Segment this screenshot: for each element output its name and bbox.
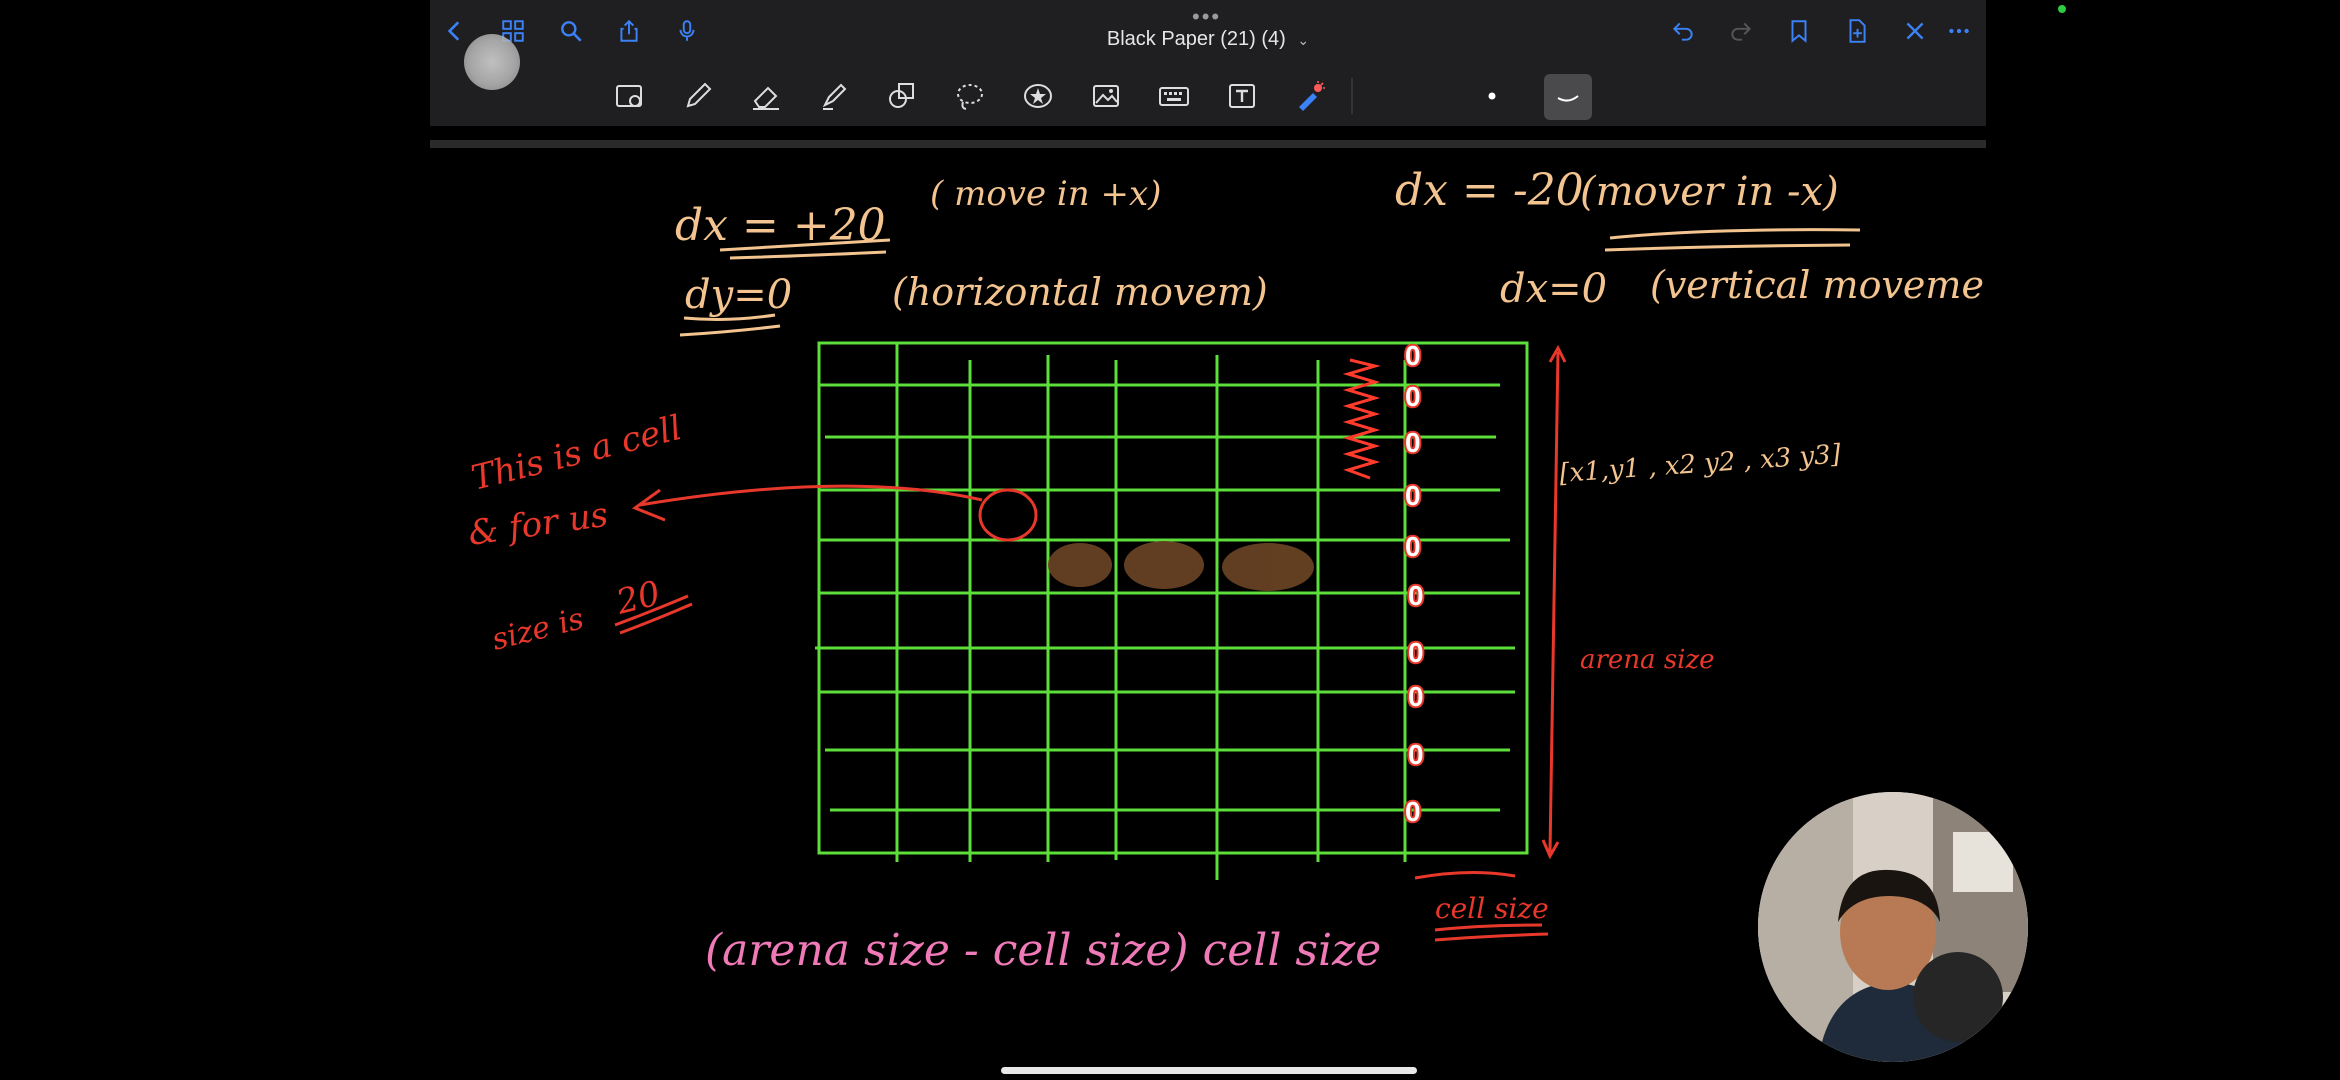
- note-vertical: (vertical movement): [1650, 263, 1986, 307]
- arrow-head: [631, 488, 666, 522]
- note-cell-line3: size is: [488, 601, 587, 657]
- note-move-left: (mover in -x): [1580, 169, 1839, 215]
- snake-body: [1048, 541, 1314, 591]
- wall-zero: 0: [1408, 739, 1424, 770]
- underline-dy-zero-2: [679, 324, 781, 337]
- highlighted-cell-circle: [978, 488, 1038, 542]
- note-arena-size: arena size: [1580, 645, 1715, 675]
- wall-zero: 0: [1408, 681, 1424, 712]
- note-dy-zero: dy=0: [685, 272, 792, 318]
- home-indicator[interactable]: [1001, 1067, 1417, 1074]
- note-cell-size: cell size: [1435, 892, 1549, 925]
- wall-zero: 0: [1408, 637, 1424, 668]
- wall-zero: 0: [1405, 381, 1421, 412]
- note-cell-line2: & for us: [466, 495, 611, 554]
- presenter-video-thumbnail[interactable]: [1758, 792, 2028, 1062]
- underline-dx-right-2: [729, 250, 887, 260]
- recording-indicator: [2058, 5, 2066, 13]
- underline-dx-left: [1609, 228, 1861, 240]
- wall-zero: 0: [1405, 531, 1421, 562]
- wall-zigzag: [1342, 358, 1381, 480]
- snake-segment: [1222, 543, 1314, 591]
- note-dx-zero: dx=0: [1500, 266, 1607, 312]
- arena-size-arrow: [1548, 351, 1560, 853]
- note-horizontal: (horizontal movem): [892, 270, 1268, 314]
- note-formula: (arena size - cell size) cell size: [705, 925, 1381, 976]
- zigzag-line: [1342, 358, 1381, 480]
- snake-segment: [1124, 541, 1204, 589]
- snake-segment: [1048, 543, 1112, 587]
- underline-dx-left-2: [1604, 243, 1851, 252]
- wall-zero: 0: [1405, 796, 1421, 827]
- zeros-column: 0 0 0 0 0 0 0 0 0 0: [1403, 338, 1426, 829]
- note-cell-line1: This is a cell: [468, 408, 686, 499]
- presenter-avatar: [1758, 792, 2028, 1062]
- drawing-canvas[interactable]: dx = +20 ( move in +x) dy=0 (horizontal …: [430, 0, 1986, 1080]
- wall-zero: 0: [1408, 580, 1424, 611]
- cell-size-arrow: [1414, 870, 1516, 880]
- wall-zero: 0: [1405, 340, 1421, 371]
- note-move-right: ( move in +x): [930, 174, 1161, 214]
- wall-zero: 0: [1405, 480, 1421, 511]
- underline-cell-size-2: [1434, 932, 1549, 942]
- note-dx-left: dx = -20: [1395, 165, 1584, 216]
- notes-app: ••• Black Paper (21) (4) ⌄ dx = +20 (mo…: [430, 0, 1986, 1080]
- wall-zero: 0: [1405, 427, 1421, 458]
- note-coords: [x1,y1 , x2 y2 , x3 y3]: [1558, 439, 1842, 489]
- underline-cell-size: [1434, 923, 1543, 932]
